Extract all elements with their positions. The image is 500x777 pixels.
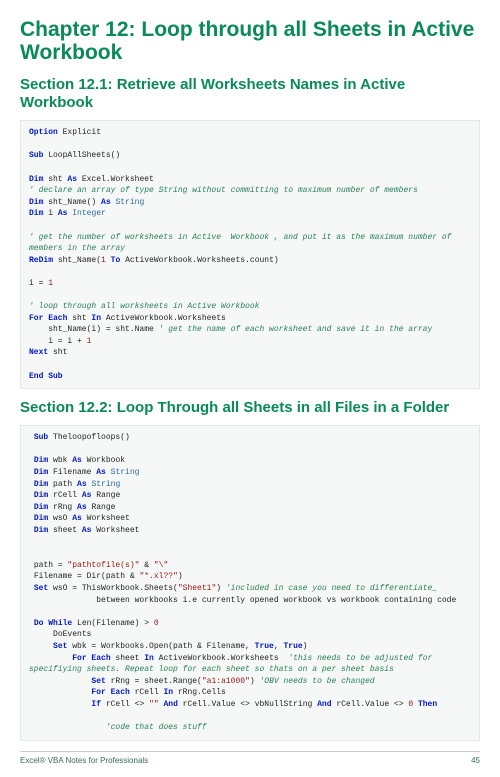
chapter-title: Chapter 12: Loop through all Sheets in A…: [20, 18, 480, 64]
section-title-2: Section 12.2: Loop Through all Sheets in…: [20, 399, 480, 417]
code-block-2: Sub Theloopofloops() Dim wbk As Workbook…: [20, 425, 480, 740]
footer-book-title: Excel® VBA Notes for Professionals: [20, 756, 148, 765]
section-title-1: Section 12.1: Retrieve all Worksheets Na…: [20, 76, 480, 112]
footer-page-number: 45: [471, 756, 480, 765]
page-footer: Excel® VBA Notes for Professionals 45: [20, 751, 480, 765]
code-block-1: Option Explicit Sub LoopAllSheets() Dim …: [20, 120, 480, 389]
